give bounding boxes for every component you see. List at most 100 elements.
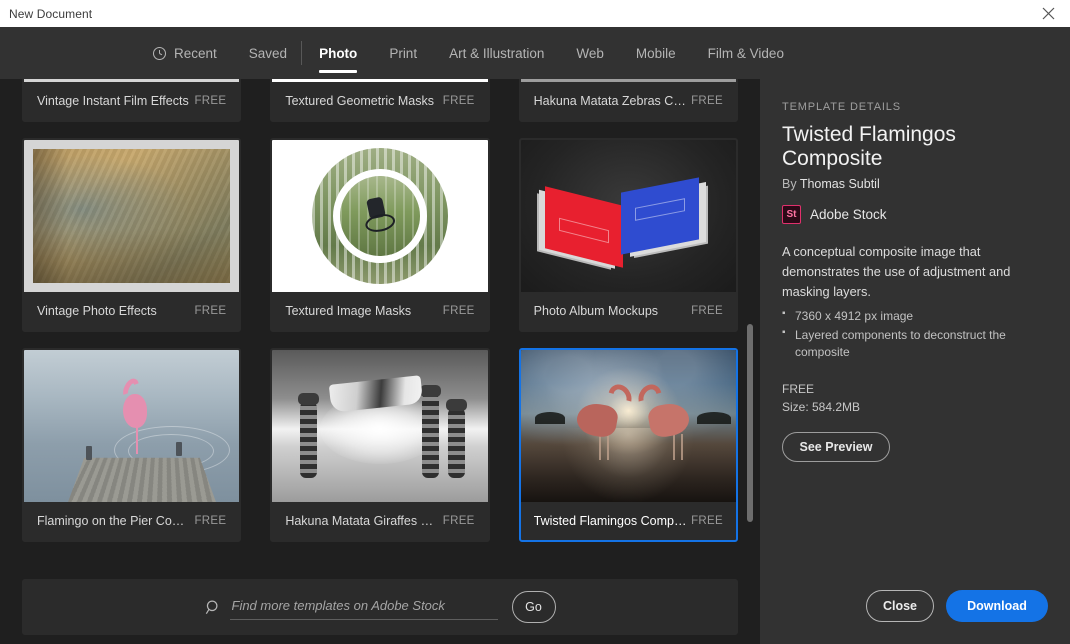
grid-scrollbar-track[interactable] — [746, 79, 754, 570]
adobe-stock-icon: St — [782, 205, 801, 224]
template-price: FREE — [194, 515, 226, 527]
template-card-footer: Vintage Photo Effects FREE — [24, 292, 239, 330]
template-price: FREE — [194, 305, 226, 317]
category-tab-bar: Recent Saved Photo Print Art & Illustrat… — [0, 27, 1070, 79]
tab-label: Web — [576, 46, 604, 61]
textured-masks-art — [272, 140, 487, 292]
template-price: FREE — [443, 95, 475, 107]
template-card[interactable]: Textured Geometric Masks FREE — [270, 79, 489, 122]
template-price: FREE — [691, 305, 723, 317]
template-row: Flamingo on the Pier Composite FREE — [22, 348, 738, 542]
provider-name: Adobe Stock — [810, 207, 887, 222]
template-card-footer: Vintage Instant Film Effects FREE — [24, 82, 239, 120]
tab-photo[interactable]: Photo — [303, 27, 373, 79]
template-title: Hakuna Matata Giraffes Compos... — [285, 514, 440, 528]
template-author: By Thomas Subtil — [782, 177, 1048, 191]
tab-label: Film & Video — [708, 46, 784, 61]
template-size: Size: 584.2MB — [782, 398, 1048, 416]
photo-album-art — [521, 140, 736, 292]
page-title: Twisted Flamingos Composite — [782, 123, 1048, 172]
twisted-flamingos-art — [521, 350, 736, 502]
see-preview-button[interactable]: See Preview — [782, 432, 890, 462]
template-card-selected[interactable]: Twisted Flamingos Composite FREE — [519, 348, 738, 542]
template-thumbnail — [24, 350, 239, 502]
window-title-bar: New Document — [0, 0, 1070, 27]
stock-search-bar: Go — [22, 579, 738, 635]
flamingo-pier-art — [24, 350, 239, 502]
tab-saved[interactable]: Saved — [233, 27, 303, 79]
clock-icon — [152, 46, 167, 61]
template-details-panel: TEMPLATE DETAILS Twisted Flamingos Compo… — [760, 79, 1070, 644]
giraffes-art — [272, 350, 487, 502]
template-card-footer: Hakuna Matata Zebras Composite FREE — [521, 82, 736, 120]
template-card[interactable]: Hakuna Matata Giraffes Compos... FREE — [270, 348, 489, 542]
template-title: Vintage Photo Effects — [37, 304, 157, 318]
download-button[interactable]: Download — [946, 590, 1048, 622]
tab-mobile[interactable]: Mobile — [620, 27, 692, 79]
author-prefix: By — [782, 177, 800, 191]
template-price: FREE — [194, 95, 226, 107]
stock-search-footer: Go — [0, 570, 760, 644]
close-button[interactable]: Close — [866, 590, 934, 622]
tab-web[interactable]: Web — [560, 27, 620, 79]
template-thumbnail — [272, 79, 487, 82]
tab-film-video[interactable]: Film & Video — [692, 27, 800, 79]
tab-label: Photo — [319, 46, 357, 61]
template-card[interactable]: Vintage Photo Effects FREE — [22, 138, 241, 332]
search-icon — [205, 599, 222, 616]
template-price: FREE — [443, 305, 475, 317]
template-card[interactable]: Flamingo on the Pier Composite FREE — [22, 348, 241, 542]
search-field-group — [205, 594, 498, 620]
tab-art-illustration[interactable]: Art & Illustration — [433, 27, 560, 79]
tab-label: Print — [389, 46, 417, 61]
search-input[interactable] — [230, 594, 498, 620]
template-title: Photo Album Mockups — [534, 304, 658, 318]
template-thumbnail — [24, 140, 239, 292]
tab-recent[interactable]: Recent — [136, 27, 233, 79]
template-card[interactable]: Vintage Instant Film Effects FREE — [22, 79, 241, 122]
template-row: Vintage Photo Effects FREE — [22, 138, 738, 332]
template-thumbnail — [521, 79, 736, 82]
author-name: Thomas Subtil — [800, 177, 880, 191]
template-thumbnail — [521, 350, 736, 502]
close-icon[interactable] — [1026, 0, 1070, 27]
template-card-footer: Textured Image Masks FREE — [272, 292, 487, 330]
tab-divider — [301, 41, 302, 65]
template-card-footer: Photo Album Mockups FREE — [521, 292, 736, 330]
window-title: New Document — [9, 7, 92, 21]
search-go-button[interactable]: Go — [512, 591, 556, 623]
template-price: FREE — [782, 380, 1048, 398]
template-title: Textured Geometric Masks — [285, 94, 434, 108]
template-title: Flamingo on the Pier Composite — [37, 514, 192, 528]
template-grid-scroll-area[interactable]: Vintage Instant Film Effects FREE Textur… — [0, 79, 760, 570]
template-title: Vintage Instant Film Effects — [37, 94, 189, 108]
template-title: Hakuna Matata Zebras Composite — [534, 94, 689, 108]
template-description: A conceptual composite image that demons… — [782, 242, 1048, 302]
template-card-footer: Flamingo on the Pier Composite FREE — [24, 502, 239, 540]
main-content: Vintage Instant Film Effects FREE Textur… — [0, 79, 1070, 644]
template-grid: Vintage Instant Film Effects FREE Textur… — [22, 79, 738, 558]
grid-scrollbar-thumb[interactable] — [747, 324, 753, 522]
tab-label: Art & Illustration — [449, 46, 544, 61]
template-thumbnail — [24, 79, 239, 82]
template-title: Twisted Flamingos Composite — [534, 514, 689, 528]
tab-label: Mobile — [636, 46, 676, 61]
template-price: FREE — [691, 95, 723, 107]
template-card[interactable]: Textured Image Masks FREE — [270, 138, 489, 332]
template-row: Vintage Instant Film Effects FREE Textur… — [22, 79, 738, 122]
tab-label: Saved — [249, 46, 287, 61]
template-card[interactable]: Hakuna Matata Zebras Composite FREE — [519, 79, 738, 122]
template-price: FREE — [691, 515, 723, 527]
template-price: FREE — [443, 515, 475, 527]
template-card-footer: Hakuna Matata Giraffes Compos... FREE — [272, 502, 487, 540]
tab-label: Recent — [174, 46, 217, 61]
tab-print[interactable]: Print — [373, 27, 433, 79]
template-card-footer: Textured Geometric Masks FREE — [272, 82, 487, 120]
template-thumbnail — [272, 350, 487, 502]
details-section-label: TEMPLATE DETAILS — [782, 101, 1048, 113]
dialog-action-row: Close Download — [866, 590, 1048, 622]
template-card-footer: Twisted Flamingos Composite FREE — [521, 502, 736, 540]
template-thumbnail — [272, 140, 487, 292]
template-thumbnail — [521, 140, 736, 292]
template-card[interactable]: Photo Album Mockups FREE — [519, 138, 738, 332]
